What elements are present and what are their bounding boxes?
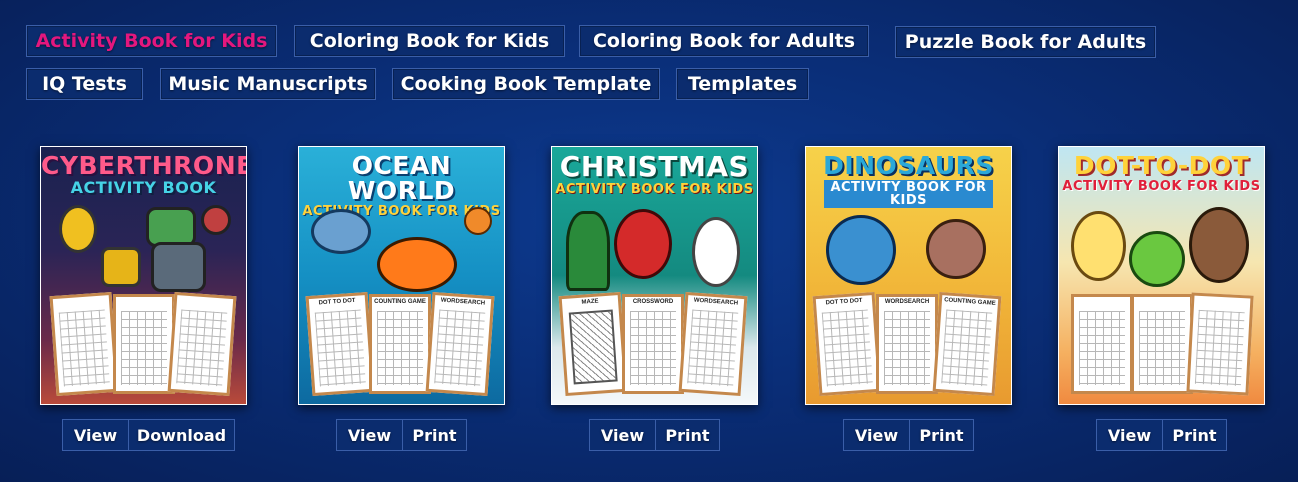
- activity-page: DOT TO DOT: [812, 291, 882, 397]
- cover-title: CYBERTHRONE ACTIVITY BOOK: [41, 151, 247, 197]
- book-cover-dinosaurs[interactable]: DINOSAURS ACTIVITY BOOK FOR KIDS DOT TO …: [805, 146, 1012, 405]
- activity-page: MAZE: [558, 291, 628, 397]
- book-actions-ocean-world: View Print: [336, 419, 467, 451]
- cover-title: DINOSAURS ACTIVITY BOOK FOR KIDS: [823, 151, 994, 208]
- view-button[interactable]: View: [590, 420, 655, 450]
- category-cooking-book-template[interactable]: Cooking Book Template: [392, 68, 660, 100]
- print-button[interactable]: Print: [1162, 420, 1226, 450]
- starfish-illustration: [464, 207, 492, 235]
- dinobot-illustration: [151, 242, 206, 292]
- activity-page: COUNTING GAME: [932, 291, 1002, 397]
- category-activity-book-for-kids[interactable]: Activity Book for Kids: [26, 25, 277, 57]
- view-button[interactable]: View: [63, 420, 128, 450]
- book-actions-dot-to-dot: View Print: [1096, 419, 1227, 451]
- robot-illustration: [101, 247, 141, 287]
- dinosaur-illustration: [926, 219, 986, 279]
- category-puzzle-book-for-adults[interactable]: Puzzle Book for Adults: [895, 26, 1156, 58]
- print-button[interactable]: Print: [402, 420, 466, 450]
- frog-illustration: [1129, 231, 1185, 287]
- book-cover-dot-to-dot[interactable]: DOT-TO-DOT ACTIVITY BOOK FOR KIDS: [1058, 146, 1265, 405]
- view-button[interactable]: View: [1097, 420, 1162, 450]
- cover-title: DOT-TO-DOT ACTIVITY BOOK FOR KIDS: [1062, 151, 1261, 194]
- activity-page: [49, 291, 119, 397]
- book-cover-ocean-world[interactable]: OCEAN WORLD ACTIVITY BOOK FOR KIDS DOT T…: [298, 146, 505, 405]
- santa-illustration: [614, 209, 672, 279]
- robot-illustration: [59, 205, 97, 253]
- activity-page: WORDSEARCH: [876, 294, 938, 394]
- snowman-illustration: [692, 217, 740, 287]
- dinosaur-illustration: [826, 215, 896, 285]
- book-actions-dinosaurs: View Print: [843, 419, 974, 451]
- activity-page: [113, 294, 175, 394]
- activity-page: DOT TO DOT: [305, 291, 375, 397]
- view-button[interactable]: View: [337, 420, 402, 450]
- book-actions-christmas: View Print: [589, 419, 720, 451]
- shark-illustration: [311, 209, 371, 254]
- activity-page: [1071, 294, 1133, 394]
- duck-illustration: [1071, 211, 1126, 281]
- activity-page: CROSSWORD: [622, 294, 684, 394]
- category-iq-tests[interactable]: IQ Tests: [26, 68, 143, 100]
- book-cover-christmas[interactable]: CHRISTMAS ACTIVITY BOOK FOR KIDS MAZE CR…: [551, 146, 758, 405]
- download-button[interactable]: Download: [128, 420, 234, 450]
- category-templates[interactable]: Templates: [676, 68, 809, 100]
- activity-page: COUNTING GAME: [369, 294, 431, 394]
- category-coloring-book-for-kids[interactable]: Coloring Book for Kids: [294, 25, 565, 57]
- book-actions-cyberthrone: View Download: [62, 419, 235, 451]
- activity-page: [167, 291, 237, 397]
- spaceship-illustration: [201, 205, 231, 235]
- print-button[interactable]: Print: [909, 420, 973, 450]
- activity-page: [1186, 292, 1254, 396]
- view-button[interactable]: View: [844, 420, 909, 450]
- activity-page: WORDSEARCH: [425, 291, 495, 397]
- activity-page: [1131, 294, 1193, 394]
- category-coloring-book-for-adults[interactable]: Coloring Book for Adults: [579, 25, 869, 57]
- book-cover-cyberthrone[interactable]: CYBERTHRONE ACTIVITY BOOK: [40, 146, 247, 405]
- dinobot-illustration: [146, 207, 196, 247]
- cover-title: CHRISTMAS ACTIVITY BOOK FOR KIDS: [555, 150, 754, 197]
- activity-page: WORDSEARCH: [678, 291, 748, 397]
- christmas-tree-illustration: [566, 211, 610, 291]
- print-button[interactable]: Print: [655, 420, 719, 450]
- clownfish-illustration: [377, 237, 457, 292]
- category-music-manuscripts[interactable]: Music Manuscripts: [160, 68, 376, 100]
- bear-illustration: [1189, 207, 1249, 283]
